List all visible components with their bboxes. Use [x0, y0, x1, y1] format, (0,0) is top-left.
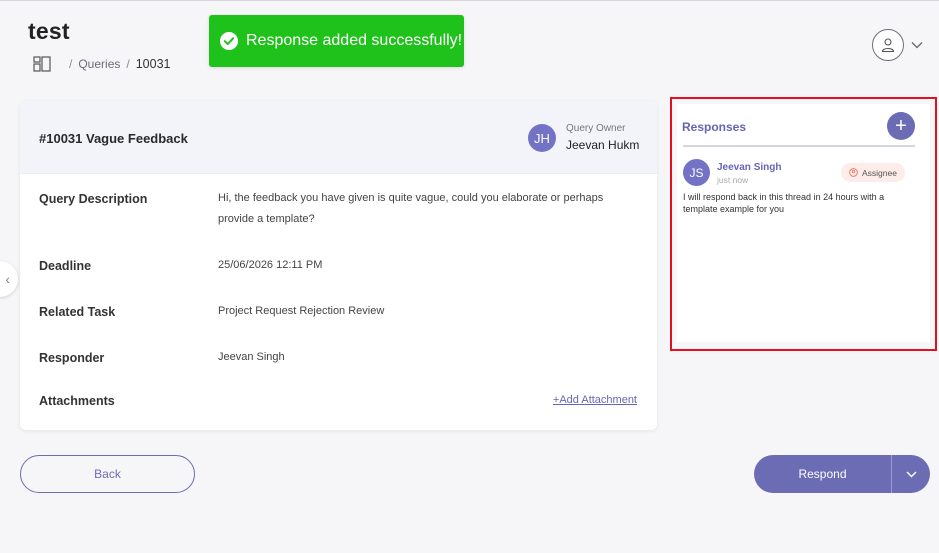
breadcrumb-current: 10031 — [135, 57, 171, 71]
responder-value: Jeevan Singh — [218, 351, 285, 363]
toast-message: Response added successfully! — [246, 32, 463, 49]
deadline-label: Deadline — [39, 259, 92, 273]
chevron-left-icon: ‹ — [5, 271, 10, 287]
assignee-badge: Assignee — [841, 163, 905, 182]
chevron-down-icon — [906, 471, 916, 477]
responder-label: Responder — [39, 351, 105, 365]
query-title: #10031 Vague Feedback — [39, 131, 188, 146]
add-attachment-link[interactable]: +Add Attachment — [553, 394, 637, 406]
user-icon — [881, 38, 895, 53]
divider — [683, 145, 915, 147]
deadline-value: 25/06/2026 12:11 PM — [218, 259, 323, 271]
card-header: #10031 Vague Feedback JH Query Owner Jee… — [20, 101, 657, 174]
responses-panel: Responses + JS Jeevan Singh just now Ass… — [670, 97, 937, 351]
plus-icon: + — [895, 114, 907, 137]
owner-avatar: JH — [528, 124, 556, 152]
description-value: Hi, the feedback you have given is quite… — [218, 192, 604, 225]
respond-dropdown-button[interactable] — [891, 455, 930, 493]
responses-list: Responses + JS Jeevan Singh just now Ass… — [677, 104, 930, 342]
user-circle-icon — [849, 168, 858, 177]
query-detail-card: #10031 Vague Feedback JH Query Owner Jee… — [20, 101, 657, 430]
related-task-label: Related Task — [39, 305, 116, 319]
collapse-panel-button[interactable]: ‹ — [0, 261, 18, 297]
breadcrumb-separator: / — [69, 57, 73, 71]
user-avatar[interactable] — [872, 29, 904, 61]
breadcrumb-queries[interactable]: Queries — [78, 57, 120, 71]
page-title: test — [28, 18, 70, 44]
response-author-name: Jeevan Singh — [717, 162, 782, 173]
check-circle-icon — [220, 32, 238, 50]
user-menu[interactable] — [872, 29, 923, 61]
response-message: I will respond back in this thread in 24… — [683, 192, 885, 214]
badge-label: Assignee — [862, 167, 897, 178]
breadcrumb-separator: / — [126, 57, 130, 71]
respond-button-group: Respond — [754, 455, 930, 493]
response-timestamp: just now — [717, 175, 749, 185]
owner-name: Jeevan Hukm — [566, 138, 640, 152]
owner-label: Query Owner — [566, 123, 626, 134]
success-toast: Response added successfully! — [209, 15, 464, 67]
respond-button[interactable]: Respond — [754, 455, 891, 493]
responses-title: Responses — [682, 120, 747, 134]
related-task-value: Project Request Rejection Review — [218, 305, 385, 317]
dashboard-icon[interactable] — [33, 56, 51, 72]
description-label: Query Description — [39, 192, 148, 206]
chevron-down-icon[interactable] — [911, 41, 923, 49]
attachments-label: Attachments — [39, 394, 115, 408]
response-author-avatar: JS — [683, 159, 710, 186]
add-response-button[interactable]: + — [887, 112, 915, 140]
breadcrumb: / Queries / 10031 — [33, 56, 170, 72]
back-button[interactable]: Back — [20, 455, 195, 493]
